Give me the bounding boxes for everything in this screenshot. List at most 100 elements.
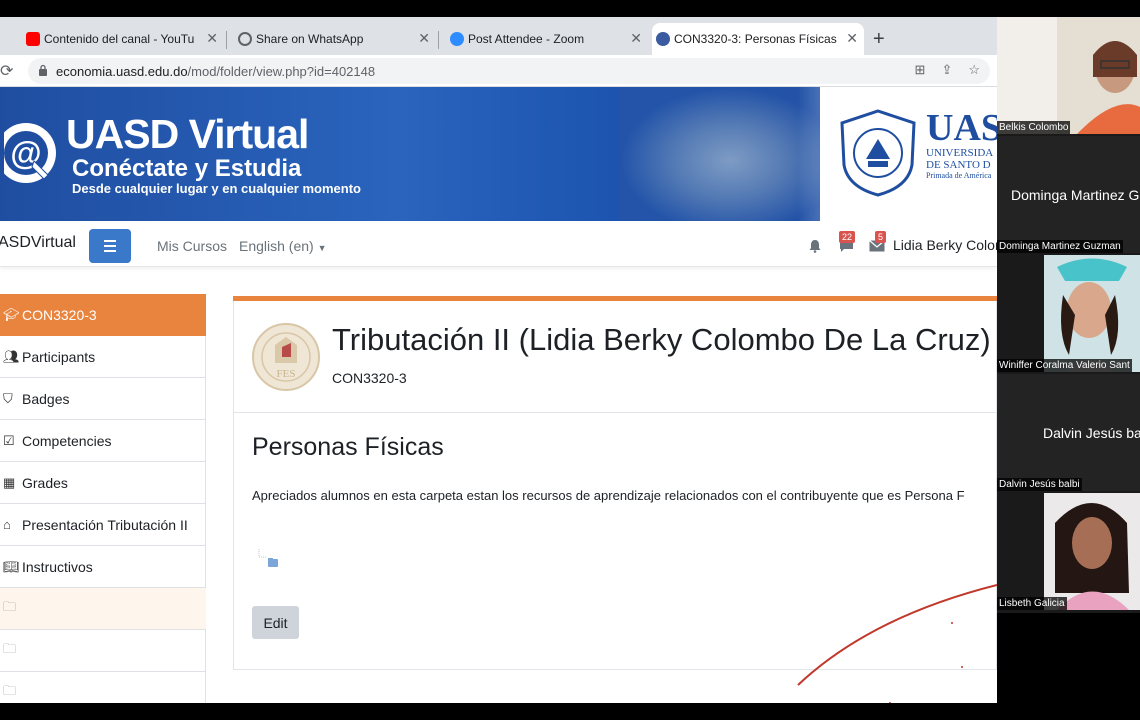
tab-con3320[interactable]: CON3320-3: Personas Físicas ✕ xyxy=(652,23,864,55)
reload-icon[interactable]: ⟳ xyxy=(0,61,13,81)
participant-display-name: Dalvin Jesús ba xyxy=(1043,425,1140,441)
bookmark-star-icon[interactable]: ☆ xyxy=(968,62,980,78)
participant-video xyxy=(997,255,1140,372)
tab-zoom[interactable]: Post Attendee - Zoom ✕ xyxy=(446,23,648,55)
omnibox-actions: ⊞ ⇪ ☆ xyxy=(915,62,980,78)
folder-icon: 🗀 xyxy=(3,682,17,698)
language-menu[interactable]: English (en) ▼ xyxy=(239,238,327,254)
course-title: Tributación II (Lidia Berky Colombo De L… xyxy=(332,322,991,357)
hamburger-icon-bar xyxy=(104,245,116,247)
pen-annotation xyxy=(797,584,997,703)
uasd-virtual-logo-icon: @ xyxy=(4,123,56,183)
youtube-icon xyxy=(26,32,40,46)
tab-separator xyxy=(226,31,227,49)
close-icon[interactable]: ✕ xyxy=(846,30,858,47)
folder-icon: 🗀 xyxy=(3,598,17,614)
lock-icon xyxy=(39,64,47,76)
participant-tile[interactable]: Dalvin Jesús ba Dalvin Jesús balbi xyxy=(997,374,1140,491)
participant-name: Lisbeth Galicia xyxy=(997,597,1067,610)
sidebar-item-label: Participants xyxy=(22,348,96,365)
sidebar-item-course[interactable]: 🎓︎ CON3320-3 xyxy=(0,294,206,336)
university-line1: UNIVERSIDA xyxy=(926,147,994,159)
new-tab-icon[interactable]: + xyxy=(873,28,885,51)
tab-whatsapp[interactable]: Share on WhatsApp ✕ xyxy=(234,23,436,55)
folder-title: Personas Físicas xyxy=(252,433,444,461)
banner-subtitle: Conéctate y Estudia xyxy=(72,155,302,182)
screen: Contenido del canal - YouTube ✕ Share on… xyxy=(0,0,1140,720)
statue-image xyxy=(620,87,820,221)
university-line2: DE SANTO D xyxy=(926,159,991,171)
sidebar-item-competencies[interactable]: ☑ Competencies xyxy=(0,420,206,462)
url-path: /mod/folder/view.php?id=402148 xyxy=(187,64,376,79)
sidebar-item-participants[interactable]: 👥︎ Participants xyxy=(0,336,206,378)
my-courses-link[interactable]: Mis Cursos xyxy=(157,238,227,254)
home-icon: ⌂ xyxy=(3,517,11,532)
participant-video xyxy=(997,493,1140,610)
course-code: CON3320-3 xyxy=(332,370,407,386)
globe-icon xyxy=(238,32,252,46)
url-text: economia.uasd.edu.do/mod/folder/view.php… xyxy=(56,64,375,79)
tab-bar: Contenido del canal - YouTube ✕ Share on… xyxy=(0,17,997,55)
participant-tile[interactable]: Dominga Martinez G Dominga Martinez Guzm… xyxy=(997,136,1140,253)
participant-tile[interactable]: Winiffer Coralma Valerio Sant xyxy=(997,255,1140,372)
sidebar-item-grades[interactable]: ▦ Grades xyxy=(0,462,206,504)
url-host: economia.uasd.edu.do xyxy=(56,64,188,79)
university-acronym: UAS xyxy=(926,107,997,149)
close-icon[interactable]: ✕ xyxy=(418,30,430,47)
sidebar-item-presentation[interactable]: ⌂ Presentación Tributación II xyxy=(0,504,206,546)
participant-display-name: Dominga Martinez G xyxy=(1011,187,1140,203)
course-header: FES Tributación II (Lidia Berky Colombo … xyxy=(234,301,997,413)
sidebar-item-instructivos[interactable]: 📖︎ Instructivos xyxy=(0,546,206,588)
folder-tree-icon[interactable] xyxy=(258,549,278,569)
share-icon[interactable]: ⇪ xyxy=(941,62,952,78)
sidebar-item-folder[interactable]: 🗀 xyxy=(0,630,206,672)
url-field[interactable]: economia.uasd.edu.do/mod/folder/view.php… xyxy=(28,58,990,84)
bell-icon[interactable] xyxy=(808,239,822,253)
browser-window: Contenido del canal - YouTube ✕ Share on… xyxy=(0,17,997,703)
site-brand[interactable]: ASDVirtual xyxy=(0,234,76,252)
svg-text:FES: FES xyxy=(277,368,296,380)
user-menu[interactable]: Lidia Berky Colon xyxy=(893,237,997,253)
tab-title: CON3320-3: Personas Físicas xyxy=(674,32,837,46)
graduation-cap-icon: 🎓︎ xyxy=(3,306,20,322)
banner-tagline: Desde cualquier lugar y en cualquier mom… xyxy=(72,181,361,196)
university-name: UAS UNIVERSIDA DE SANTO D Primada de Amé… xyxy=(926,109,997,181)
messages-badge: 5 xyxy=(875,231,887,243)
translate-icon[interactable]: ⊞ xyxy=(915,62,926,78)
menu-toggle-button[interactable] xyxy=(89,229,131,263)
caret-down-icon: ▼ xyxy=(317,243,327,253)
sidebar-item-folder[interactable]: 🗀 xyxy=(0,672,206,703)
book-icon: 📖︎ xyxy=(3,558,20,574)
participant-tile[interactable]: Belkis Colombo xyxy=(997,17,1140,134)
participant-tile[interactable]: Lisbeth Galicia xyxy=(997,493,1140,610)
sidebar-item-label: Grades xyxy=(22,474,68,491)
folder-description: Apreciados alumnos en esta carpeta estan… xyxy=(252,488,965,503)
course-logo-icon: FES xyxy=(252,323,320,391)
edit-button[interactable]: Edit xyxy=(252,606,299,639)
address-bar: ⟳ economia.uasd.edu.do/mod/folder/view.p… xyxy=(0,55,997,87)
hamburger-icon-bar xyxy=(104,250,116,252)
tab-title: Share on WhatsApp xyxy=(256,32,364,46)
sidebar-item-label: Presentación Tributación II xyxy=(22,516,188,533)
hamburger-icon xyxy=(104,240,116,242)
banner-title: UASD Virtual xyxy=(66,111,309,157)
close-icon[interactable]: ✕ xyxy=(206,30,218,47)
sidebar-item-label: CON3320-3 xyxy=(22,306,97,323)
participant-name: Winiffer Coralma Valerio Sant xyxy=(997,359,1132,372)
tab-title: Contenido del canal - YouTube xyxy=(44,32,194,46)
tab-youtube[interactable]: Contenido del canal - YouTube ✕ xyxy=(22,23,224,55)
sidebar-item-label: Competencies xyxy=(22,432,112,449)
university-seal-icon xyxy=(840,109,916,197)
tab-separator xyxy=(438,31,439,49)
tab-title: Post Attendee - Zoom xyxy=(468,32,585,46)
uasd-banner: @ UASD Virtual Conéctate y Estudia Desde… xyxy=(0,87,997,221)
zoom-gallery-panel: Belkis Colombo Dominga Martinez G Doming… xyxy=(997,17,1140,613)
users-icon: 👥︎ xyxy=(3,348,20,364)
course-sidebar: 🎓︎ CON3320-3 👥︎ Participants ⛉ Badges ☑ … xyxy=(0,294,206,703)
close-icon[interactable]: ✕ xyxy=(630,30,642,47)
participant-name: Belkis Colombo xyxy=(997,121,1071,134)
university-line3: Primada de América xyxy=(926,171,992,180)
sidebar-item-folder[interactable]: 🗀 xyxy=(0,588,206,630)
sidebar-item-badges[interactable]: ⛉ Badges xyxy=(0,378,206,420)
letterbox-bar xyxy=(0,703,1140,720)
